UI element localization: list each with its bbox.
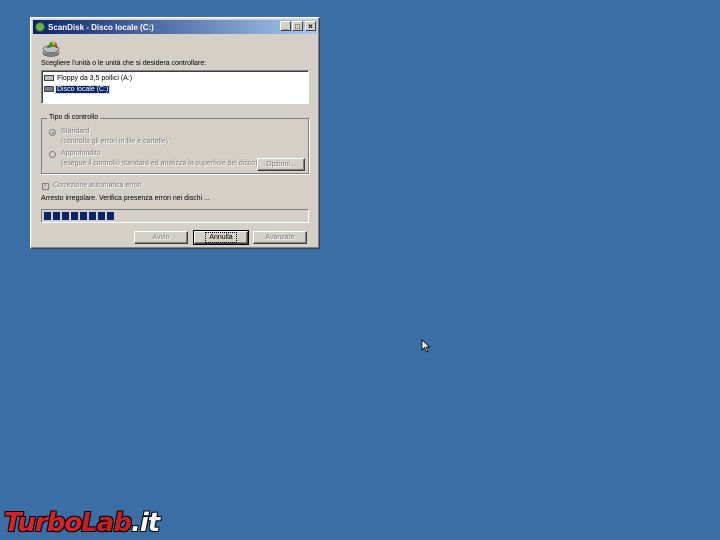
watermark-part-tld: .it xyxy=(130,508,160,538)
group-title: Tipo di controllo xyxy=(47,114,101,121)
check-type-group: Tipo di controllo Standard (controlla gl… xyxy=(41,114,309,174)
progress-block xyxy=(71,212,78,220)
options-button[interactable]: Opzioni... xyxy=(257,158,305,171)
progress-block xyxy=(89,212,96,220)
drive-list[interactable]: Floppy da 3,5 pollici (A:) Disco locale … xyxy=(41,70,309,104)
turbolab-watermark: TurboLab.it xyxy=(4,508,160,538)
thorough-description: (esegue il controllo standard ed analizz… xyxy=(61,160,258,167)
standard-description: (controlla gli errori in file e cartelle… xyxy=(61,138,168,145)
standard-label: Standard xyxy=(61,128,90,135)
drive-select-label: Scegliere l'unità o le unità che si desi… xyxy=(41,60,207,67)
progress-block xyxy=(53,212,60,220)
start-button[interactable]: Avvio xyxy=(134,231,188,244)
drive-label: Floppy da 3,5 pollici (A:) xyxy=(57,74,133,82)
progress-block xyxy=(98,212,105,220)
maximize-button[interactable]: □ xyxy=(292,21,303,31)
list-item[interactable]: Floppy da 3,5 pollici (A:) xyxy=(44,73,133,83)
hard-disk-icon xyxy=(44,86,54,92)
minimize-button[interactable]: _ xyxy=(280,21,291,31)
progress-block xyxy=(107,212,114,220)
scandisk-window: ScanDisk - Disco locale (C:) _ □ × Scegl… xyxy=(30,17,320,249)
list-item[interactable]: Disco locale (C:) xyxy=(44,84,111,94)
auto-fix-label: Correzione automatica errori xyxy=(53,182,142,189)
floppy-drive-icon xyxy=(44,75,54,81)
close-button[interactable]: × xyxy=(305,21,316,31)
advanced-button[interactable]: Avanzate xyxy=(253,231,307,244)
drive-label: Disco locale (C:) xyxy=(54,84,111,94)
auto-fix-checkbox[interactable]: ✓ xyxy=(42,183,49,190)
thorough-radio[interactable] xyxy=(49,151,56,158)
progress-bar xyxy=(41,209,309,223)
watermark-part-turbo: Turbo xyxy=(4,508,82,538)
scandisk-app-icon xyxy=(42,41,60,57)
scandisk-title-icon xyxy=(35,22,45,32)
progress-block xyxy=(80,212,87,220)
progress-block xyxy=(44,212,51,220)
title-buttons: _ □ × xyxy=(279,21,316,31)
mouse-cursor-icon xyxy=(421,339,431,353)
status-text: Arresto irregolare. Verifica presenza er… xyxy=(41,195,210,202)
cancel-button-label: Annulla xyxy=(205,232,237,243)
watermark-part-lab: Lab xyxy=(81,508,132,538)
progress-block xyxy=(62,212,69,220)
desktop: ScanDisk - Disco locale (C:) _ □ × Scegl… xyxy=(0,0,720,540)
window-title: ScanDisk - Disco locale (C:) xyxy=(48,22,154,32)
title-bar[interactable]: ScanDisk - Disco locale (C:) _ □ × xyxy=(33,20,317,34)
standard-radio[interactable] xyxy=(49,129,56,136)
cancel-button[interactable]: Annulla xyxy=(193,230,249,245)
thorough-label: Approfondito xyxy=(61,150,101,157)
